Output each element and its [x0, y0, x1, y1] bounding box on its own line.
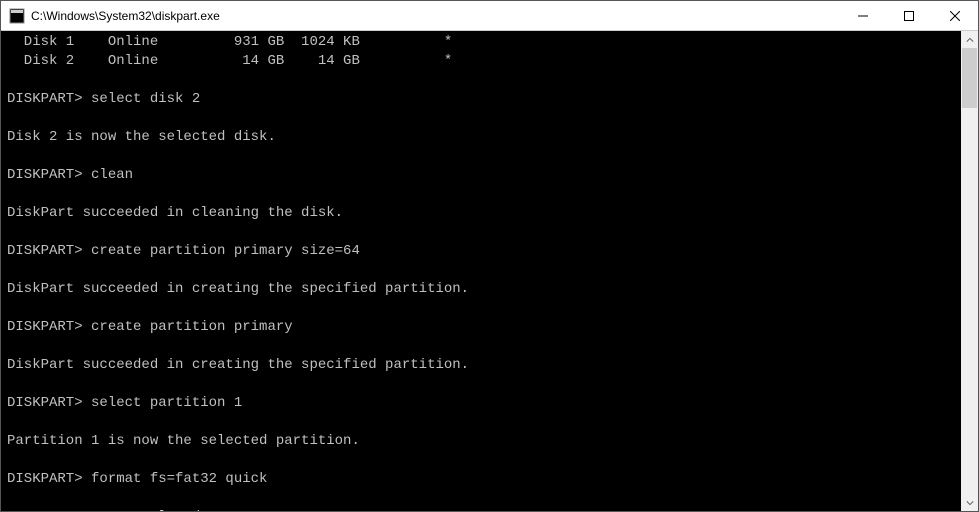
scrollbar-track[interactable] — [961, 48, 978, 494]
titlebar: C:\Windows\System32\diskpart.exe — [1, 1, 978, 31]
close-button[interactable] — [932, 1, 978, 30]
scroll-up-button[interactable] — [961, 31, 978, 48]
app-icon — [9, 8, 25, 24]
scrollbar-thumb[interactable] — [962, 48, 977, 108]
maximize-button[interactable] — [886, 1, 932, 30]
vertical-scrollbar[interactable] — [961, 31, 978, 511]
minimize-button[interactable] — [840, 1, 886, 30]
window-controls — [840, 1, 978, 30]
scroll-down-button[interactable] — [961, 494, 978, 511]
console-output[interactable]: Disk 1 Online 931 GB 1024 KB * Disk 2 On… — [1, 31, 961, 511]
window-title: C:\Windows\System32\diskpart.exe — [31, 9, 840, 23]
